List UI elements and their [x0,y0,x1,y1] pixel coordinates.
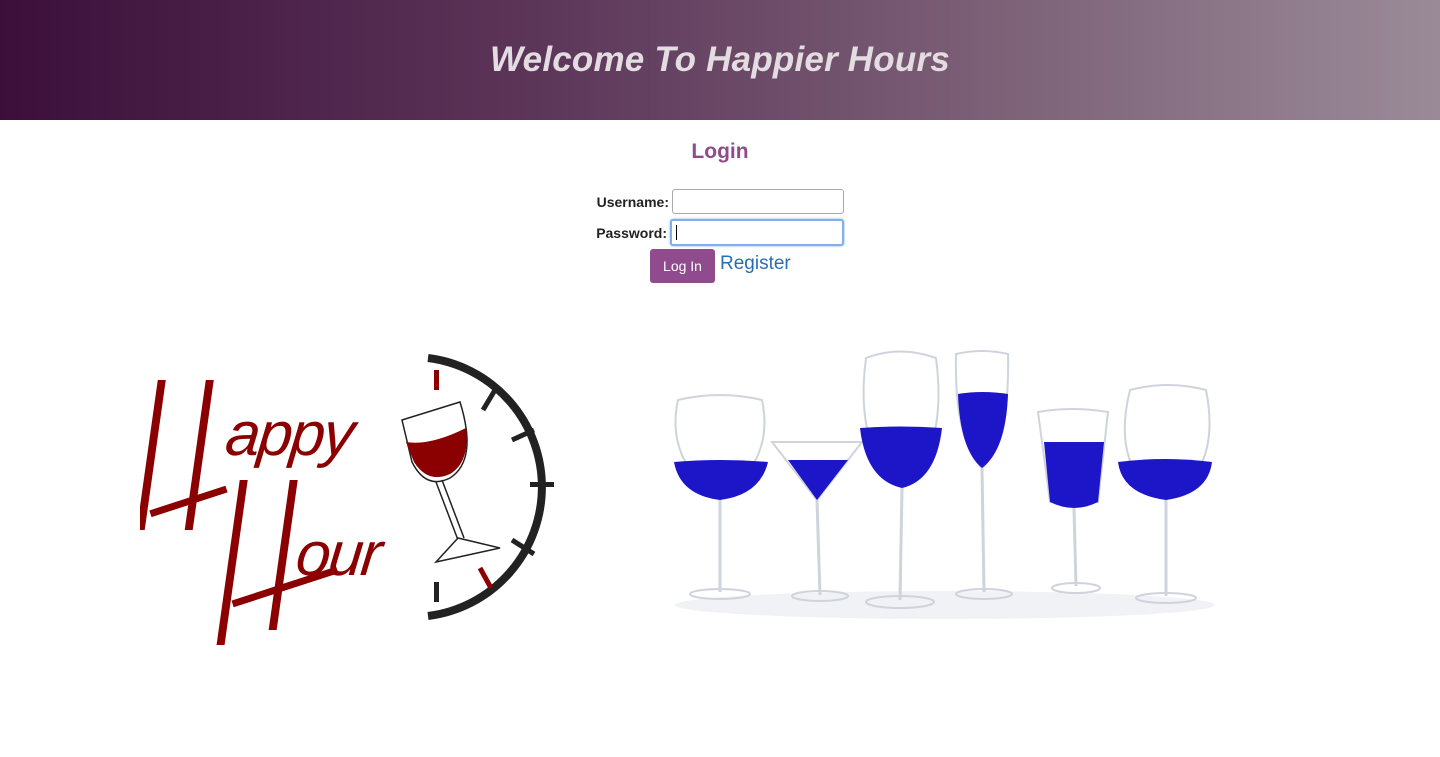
logo-lettering: appy our [140,380,388,645]
password-input[interactable] [670,219,844,246]
text-caret [676,225,677,240]
glass-6 [1118,384,1212,604]
clock-icon [427,354,554,620]
username-row: Username: [595,189,844,214]
cocktail-glasses-photo [674,350,1215,619]
happy-hour-logo: appy our [140,354,554,645]
glass-1 [674,394,768,600]
svg-text:our: our [293,520,388,589]
glass-3 [860,350,942,609]
wine-glass-icon [401,401,501,564]
page-title: Welcome To Happier Hours [490,40,950,79]
login-heading: Login [691,140,749,163]
login-button[interactable]: Log In [650,249,715,283]
password-label: Password: [596,224,667,241]
glass-5 [1036,408,1110,594]
svg-text:appy: appy [222,400,362,469]
password-row: Password: [595,219,844,246]
username-input[interactable] [672,189,844,214]
header-banner: Welcome To Happier Hours [0,0,1440,120]
glass-2 [769,441,865,602]
username-label: Username: [596,193,669,210]
glass-4 [954,350,1013,600]
register-link[interactable]: Register [720,253,791,275]
